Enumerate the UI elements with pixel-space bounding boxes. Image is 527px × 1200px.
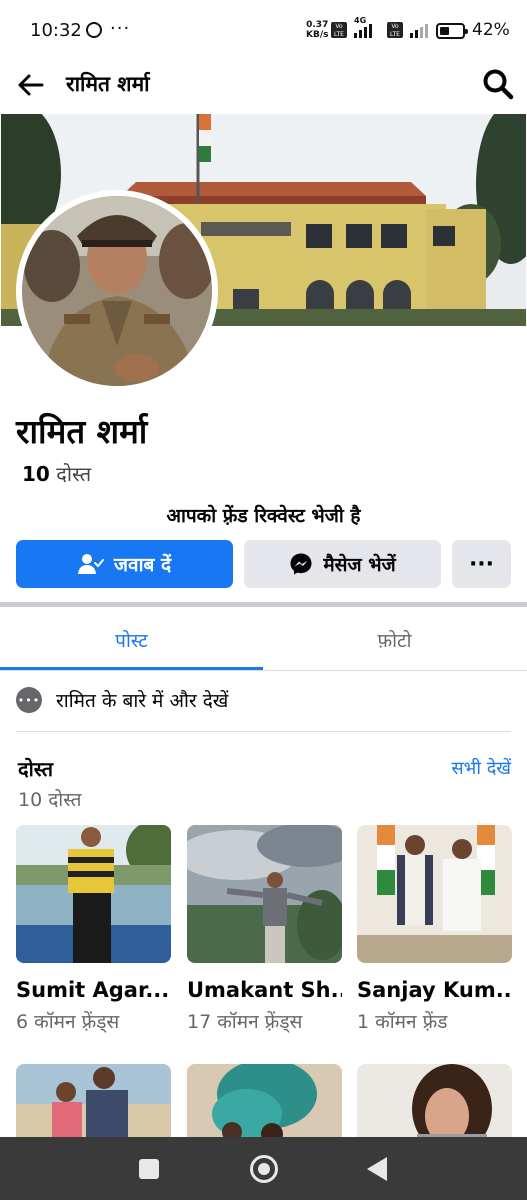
respond-button[interactable]: जवाब दें xyxy=(16,540,233,588)
friend-card[interactable] xyxy=(357,1064,512,1144)
friend-card[interactable]: Sanjay Kum... 1 कॉमन फ़्रेंड xyxy=(357,825,512,1034)
search-icon[interactable] xyxy=(480,66,516,102)
status-time: 10:32 xyxy=(30,20,82,41)
friend-photo xyxy=(16,825,171,963)
avatar-image xyxy=(22,196,212,386)
status-more-indicator: ··· xyxy=(110,18,131,39)
friend-mutual-count: 6 कॉमन फ़्रेंड्स xyxy=(16,1011,120,1033)
message-button[interactable]: मैसेज भेजें xyxy=(244,540,441,588)
friends-count-number: 10 xyxy=(22,462,50,486)
friends-count-label: दोस्त xyxy=(56,462,92,486)
friend-card[interactable]: Sumit Agar... 6 कॉमन फ़्रेंड्स xyxy=(16,825,171,1034)
volte-icon: Vo LTE xyxy=(331,22,347,38)
friend-request-note: आपको फ़्रेंड रिक्वेस्ट भेजी है xyxy=(166,505,361,527)
back-button[interactable] xyxy=(367,1157,387,1181)
friend-photo xyxy=(16,1064,171,1144)
network-speed-unit: KB/s xyxy=(306,30,329,40)
friend-card[interactable] xyxy=(16,1064,171,1144)
see-more-about-link[interactable]: ••• रामित के बारे में और देखें xyxy=(16,680,228,720)
recents-button[interactable] xyxy=(139,1159,159,1179)
top-header: रामित शर्मा xyxy=(0,62,527,108)
avatar xyxy=(22,196,212,386)
battery-percent: 42% xyxy=(472,20,510,40)
home-button[interactable] xyxy=(250,1155,278,1183)
friend-mutual-count: 1 कॉमन फ़्रेंड xyxy=(357,1011,448,1033)
person-check-icon xyxy=(77,554,104,574)
respond-button-label: जवाब दें xyxy=(113,554,172,576)
message-button-label: मैसेज भेजें xyxy=(323,554,396,576)
friend-photo xyxy=(187,825,342,963)
signal-icon xyxy=(354,22,372,38)
system-navigation-bar xyxy=(0,1137,527,1200)
profile-name: रामित शर्मा xyxy=(16,412,148,451)
profile-avatar-frame[interactable] xyxy=(16,190,218,392)
status-bar: 10:32 ··· 0.37 KB/s Vo LTE 4G Vo LTE 42% xyxy=(0,0,527,62)
divider xyxy=(16,731,511,732)
tab-divider xyxy=(0,670,527,671)
whatsapp-icon xyxy=(86,22,102,38)
battery-icon xyxy=(436,23,468,39)
friend-card[interactable] xyxy=(187,1064,342,1144)
arrow-left-icon[interactable] xyxy=(14,68,48,102)
signal-icon-2 xyxy=(410,22,428,38)
friends-section-subtitle: 10 दोस्त xyxy=(18,789,82,811)
more-dots-icon: ••• xyxy=(16,687,42,713)
network-speed-value: 0.37 xyxy=(306,20,329,30)
more-options-button[interactable]: ··· xyxy=(452,540,511,588)
friends-section-title: दोस्त xyxy=(18,757,53,781)
network-speed: 0.37 KB/s xyxy=(306,20,328,40)
friend-photo xyxy=(187,1064,342,1144)
tab-posts[interactable]: पोस्ट xyxy=(0,610,263,670)
friend-name: Sanjay Kum... xyxy=(357,978,512,1002)
friend-photo xyxy=(357,1064,512,1144)
friend-name: Umakant Sh... xyxy=(187,978,342,1002)
volte-icon-2: Vo LTE xyxy=(387,22,403,38)
friend-card[interactable]: Umakant Sh... 17 कॉमन फ़्रेंड्स xyxy=(187,825,342,1034)
battery-fill xyxy=(440,27,449,35)
header-title: रामित शर्मा xyxy=(66,72,150,96)
friends-count[interactable]: 10 दोस्त xyxy=(22,460,91,487)
friend-name: Sumit Agar... xyxy=(16,978,170,1002)
see-all-friends-link[interactable]: सभी देखें xyxy=(452,756,512,780)
messenger-icon xyxy=(290,553,312,575)
friend-photo xyxy=(357,825,512,963)
friend-mutual-count: 17 कॉमन फ़्रेंड्स xyxy=(187,1011,303,1033)
tab-photos[interactable]: फ़ोटो xyxy=(263,610,526,670)
see-more-about-label: रामित के बारे में और देखें xyxy=(56,690,229,712)
section-divider xyxy=(0,602,527,607)
more-dots-icon: ··· xyxy=(468,551,495,577)
